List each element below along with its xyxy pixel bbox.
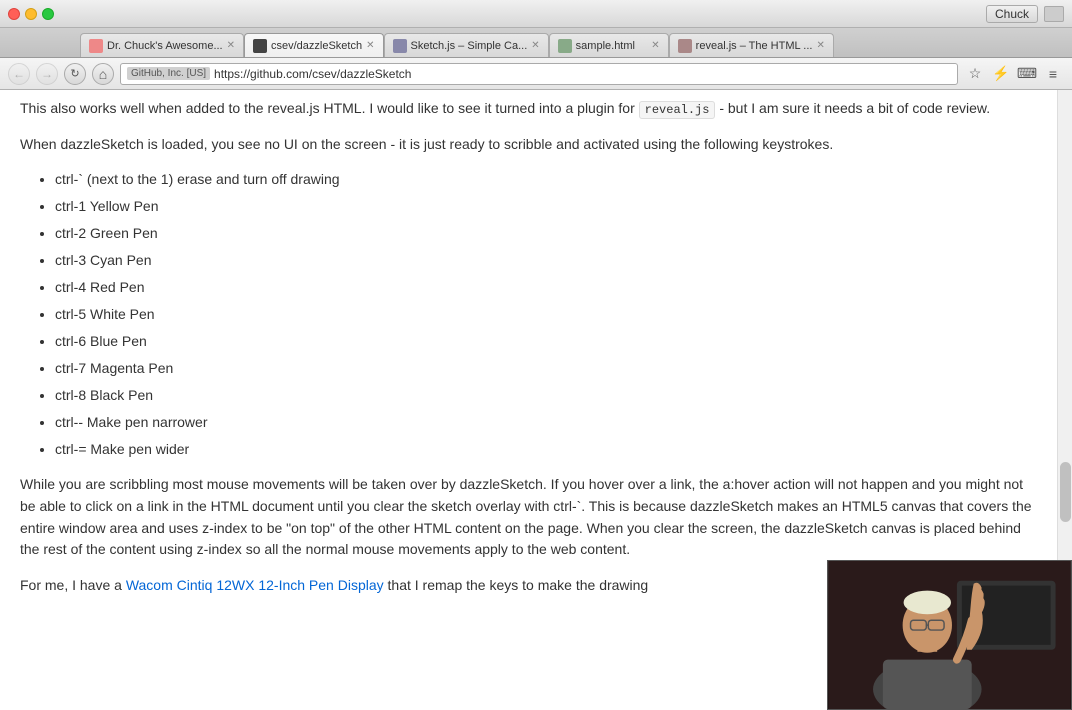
intro-text-2: When dazzleSketch is loaded, you see no … (20, 136, 833, 152)
list-item: ctrl-- Make pen narrower (55, 412, 1037, 433)
nav-bar: ← → ↻ ⌂ GitHub, Inc. [US] https://github… (0, 58, 1072, 90)
tab-dr-chuck[interactable]: Dr. Chuck's Awesome... ✕ (80, 33, 244, 57)
list-item: ctrl-1 Yellow Pen (55, 196, 1037, 217)
fullscreen-button[interactable] (1044, 6, 1064, 22)
person-svg (828, 561, 1071, 709)
tab-sketch-js[interactable]: Sketch.js – Simple Ca... ✕ (384, 33, 549, 57)
dev-tools-icon[interactable]: ⌨ (1016, 63, 1038, 85)
body-text: While you are scribbling most mouse move… (20, 476, 1032, 557)
tab-favicon-active (253, 39, 267, 53)
tab-close-reveal-icon[interactable]: ✕ (816, 40, 824, 51)
traffic-lights (8, 8, 54, 20)
video-overlay (827, 560, 1072, 710)
tab-favicon-sample (558, 39, 572, 53)
last-text-end: that I remap the keys to make the drawin… (388, 577, 649, 593)
address-badge: GitHub, Inc. [US] (127, 67, 210, 80)
intro-text-1-cont: - but I am sure it needs a bit of code r… (719, 100, 990, 116)
wacom-link[interactable]: Wacom Cintiq 12WX 12-Inch Pen Display (126, 577, 384, 593)
menu-icon[interactable]: ≡ (1042, 63, 1064, 85)
list-item: ctrl-3 Cyan Pen (55, 250, 1037, 271)
tab-close-active-icon[interactable]: ✕ (366, 40, 374, 51)
home-button[interactable]: ⌂ (92, 63, 114, 85)
back-button[interactable]: ← (8, 63, 30, 85)
maximize-button[interactable] (42, 8, 54, 20)
address-url: https://github.com/csev/dazzleSketch (214, 67, 951, 81)
nav-right-icons: ☆ ⚡ ⌨ ≡ (964, 63, 1064, 85)
address-bar[interactable]: GitHub, Inc. [US] https://github.com/cse… (120, 63, 958, 85)
tab-reveal-js[interactable]: reveal.js – The HTML ... ✕ (669, 33, 834, 57)
minimize-button[interactable] (25, 8, 37, 20)
intro-block-1: This also works well when added to the r… (20, 98, 1037, 120)
list-item: ctrl-` (next to the 1) erase and turn of… (55, 169, 1037, 190)
body-block: While you are scribbling most mouse move… (20, 474, 1037, 561)
close-button[interactable] (8, 8, 20, 20)
list-item: ctrl-= Make pen wider (55, 439, 1037, 460)
tab-close-sample-icon[interactable]: ✕ (651, 40, 659, 51)
last-text-start: For me, I have a (20, 577, 122, 593)
bookmarks-icon[interactable]: ☆ (964, 63, 986, 85)
keystroke-list: ctrl-` (next to the 1) erase and turn of… (55, 169, 1037, 460)
intro-text-1: This also works well when added to the r… (20, 100, 635, 116)
reveal-js-code: reveal.js (639, 101, 716, 119)
scrollbar-thumb[interactable] (1060, 462, 1071, 522)
content-area: This also works well when added to the r… (0, 90, 1072, 710)
tabs-bar: Dr. Chuck's Awesome... ✕ csev/dazzleSket… (0, 28, 1072, 58)
title-bar: Chuck (0, 0, 1072, 28)
list-item: ctrl-5 White Pen (55, 304, 1037, 325)
intro-block-2: When dazzleSketch is loaded, you see no … (20, 134, 1037, 156)
list-item: ctrl-2 Green Pen (55, 223, 1037, 244)
tab-close-sketch-icon[interactable]: ✕ (531, 40, 539, 51)
video-content (828, 561, 1071, 709)
list-item: ctrl-6 Blue Pen (55, 331, 1037, 352)
forward-button[interactable]: → (36, 63, 58, 85)
tab-close-icon[interactable]: ✕ (227, 40, 235, 51)
list-item: ctrl-4 Red Pen (55, 277, 1037, 298)
video-person (828, 561, 1071, 709)
browser-window: Chuck Dr. Chuck's Awesome... ✕ csev/dazz… (0, 0, 1072, 710)
list-item: ctrl-8 Black Pen (55, 385, 1037, 406)
extensions-icon[interactable]: ⚡ (990, 63, 1012, 85)
tab-favicon (89, 39, 103, 53)
user-badge[interactable]: Chuck (986, 5, 1038, 23)
tab-sample-html[interactable]: sample.html ✕ (549, 33, 669, 57)
tab-favicon-sketch (393, 39, 407, 53)
tab-dazzle-sketch[interactable]: csev/dazzleSketch ✕ (244, 33, 384, 57)
refresh-button[interactable]: ↻ (64, 63, 86, 85)
list-item: ctrl-7 Magenta Pen (55, 358, 1037, 379)
tab-favicon-reveal (678, 39, 692, 53)
